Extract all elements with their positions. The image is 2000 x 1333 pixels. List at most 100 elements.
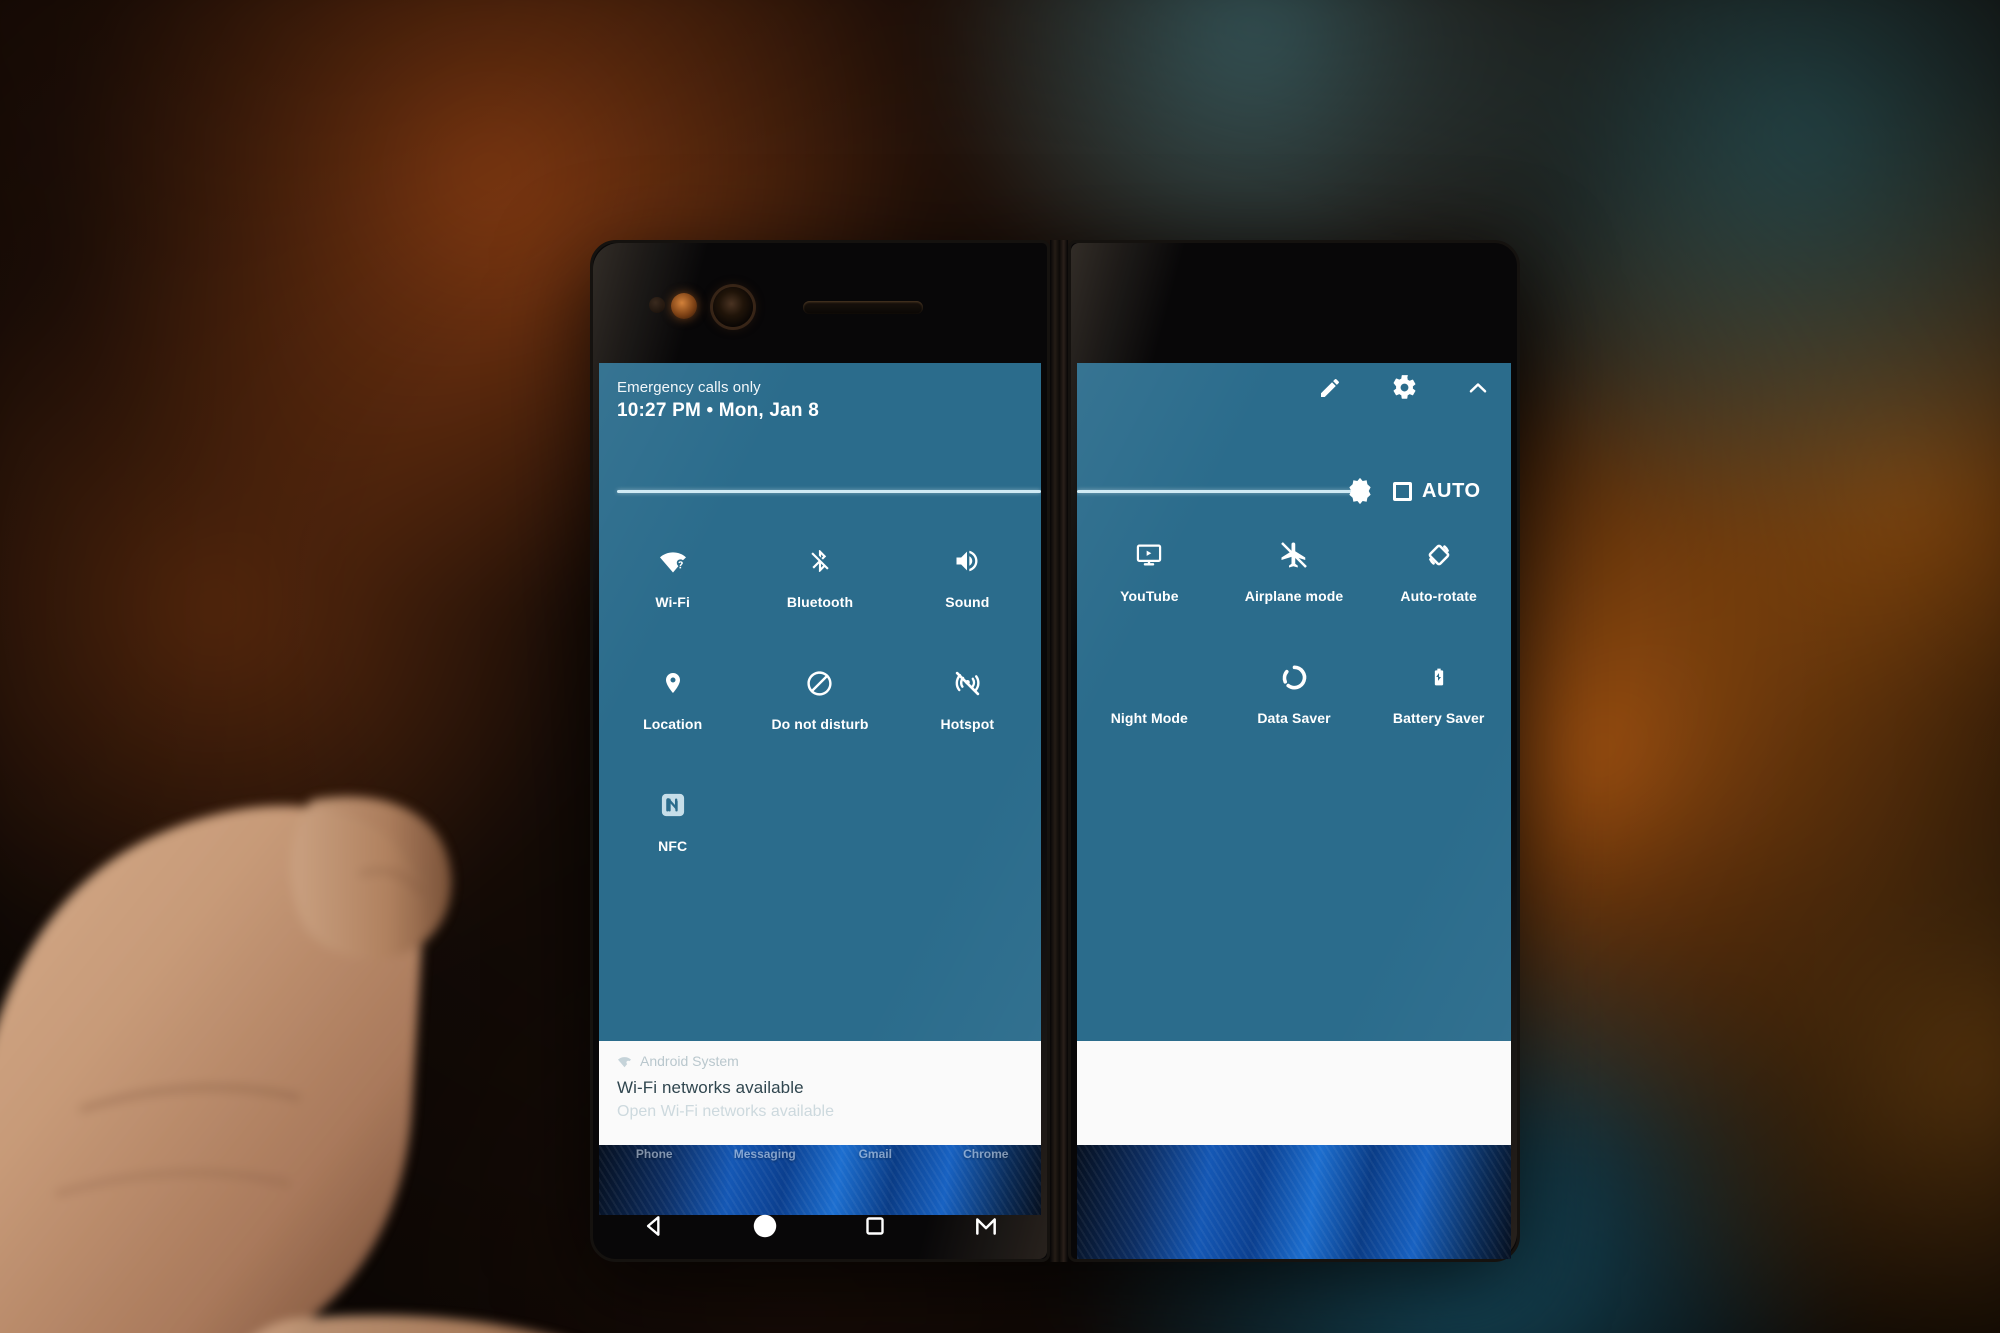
collapse-button[interactable]: [1461, 373, 1495, 407]
tile-empty-slot: [894, 763, 1041, 885]
tile-battery-saver[interactable]: Battery Saver: [1366, 635, 1511, 757]
volume-up-icon: [952, 541, 982, 581]
notification-shade-left: Android System Wi-Fi networks available …: [599, 1041, 1041, 1145]
tile-do-not-disturb[interactable]: Do not disturb: [746, 641, 893, 763]
notification-title[interactable]: Wi-Fi networks available: [617, 1078, 1023, 1098]
dual-screen-mode-button[interactable]: [931, 1205, 1042, 1251]
tile-sound[interactable]: Sound: [894, 519, 1041, 641]
tile-row: Location Do not disturb Hotspot: [599, 641, 1041, 763]
auto-brightness-toggle[interactable]: AUTO: [1393, 480, 1481, 503]
tile-row: Wi-Fi Bluetooth Sound: [599, 519, 1041, 641]
tile-label: Auto-rotate: [1400, 588, 1477, 604]
tile-label: Do not disturb: [771, 716, 869, 732]
dual-screen-phone: Emergency calls only 10:27 PM • Mon, Jan…: [590, 240, 1520, 1262]
home-button[interactable]: [710, 1205, 821, 1251]
notification-app-row: Android System: [617, 1053, 1023, 1069]
tile-label: Night Mode: [1110, 710, 1188, 726]
proximity-sensor: [649, 297, 665, 313]
battery-saver-icon: [1429, 657, 1449, 697]
photo-scene: Emergency calls only 10:27 PM • Mon, Jan…: [0, 0, 2000, 1333]
wifi-question-icon: [658, 541, 688, 581]
tile-label: Bluetooth: [786, 594, 854, 610]
brightness-track-left[interactable]: [617, 489, 1041, 493]
front-camera: [713, 287, 753, 327]
tile-label: Hotspot: [940, 716, 995, 732]
back-button[interactable]: [599, 1205, 710, 1251]
led-indicator: [671, 293, 697, 319]
tile-row: NFC: [599, 763, 1041, 885]
below-screen-area-right: [1077, 1145, 1511, 1259]
dock-label: Chrome: [963, 1147, 1009, 1161]
notification-app-name: Android System: [640, 1053, 739, 1069]
tile-row: Night Mode Data Saver Battery Saver: [1077, 635, 1511, 757]
left-screen: Emergency calls only 10:27 PM • Mon, Jan…: [599, 363, 1041, 1145]
recents-square-icon: [863, 1214, 887, 1243]
brightness-row-left: [599, 471, 1041, 511]
tile-night-mode[interactable]: Night Mode: [1077, 635, 1222, 757]
airplane-off-icon: [1279, 535, 1309, 575]
bluetooth-disabled-icon: [807, 541, 833, 581]
wallpaper-strip-right: [1077, 1145, 1511, 1259]
tile-wifi[interactable]: Wi-Fi: [599, 519, 746, 641]
tile-youtube[interactable]: YouTube: [1077, 513, 1222, 635]
wifi-small-icon: [618, 1056, 631, 1067]
status-header-left: Emergency calls only 10:27 PM • Mon, Jan…: [599, 363, 1041, 422]
brightness-row-right: AUTO: [1077, 471, 1511, 511]
nfc-icon: [659, 785, 687, 825]
tile-label: Airplane mode: [1244, 588, 1344, 604]
tile-grid-right: YouTube Airplane mode Auto-rotate Night …: [1077, 513, 1511, 757]
quick-settings-panel-right: AUTO YouTube Airplane mode Auto-rotate N…: [1077, 363, 1511, 1145]
tile-data-saver[interactable]: Data Saver: [1222, 635, 1367, 757]
tile-label: Wi-Fi: [655, 594, 690, 610]
tile-label: NFC: [658, 838, 688, 854]
tile-hotspot[interactable]: Hotspot: [894, 641, 1041, 763]
tile-bluetooth[interactable]: Bluetooth: [746, 519, 893, 641]
home-circle-icon: [750, 1211, 780, 1246]
tile-location[interactable]: Location: [599, 641, 746, 763]
dock-label: Phone: [635, 1147, 673, 1161]
data-saver-icon: [1280, 657, 1309, 697]
tile-label: YouTube: [1120, 588, 1179, 604]
right-screen: AUTO YouTube Airplane mode Auto-rotate N…: [1077, 363, 1511, 1145]
dock-app-labels: Phone Messaging Gmail Chrome: [599, 1147, 1041, 1161]
tile-grid-left: Wi-Fi Bluetooth Sound Location Do not di…: [599, 519, 1041, 885]
device-hinge: [1050, 240, 1068, 1262]
gear-icon: [1391, 374, 1418, 406]
chevron-up-icon: [1465, 375, 1491, 406]
earpiece-speaker: [803, 301, 923, 314]
auto-brightness-checkbox[interactable]: [1393, 481, 1412, 501]
right-display-half: AUTO YouTube Airplane mode Auto-rotate N…: [1068, 240, 1520, 1262]
dock-label: Messaging: [733, 1147, 796, 1161]
screen-rotation-icon: [1424, 535, 1454, 575]
back-triangle-icon: [641, 1213, 667, 1244]
edit-tiles-button[interactable]: [1313, 373, 1347, 407]
brightness-thumb[interactable]: [1345, 476, 1375, 506]
clock-date-text: 10:27 PM • Mon, Jan 8: [617, 400, 819, 421]
tile-empty-slot: [746, 763, 893, 885]
moon-crescent-icon: [1136, 657, 1163, 697]
notification-subtitle: Open Wi-Fi networks available: [617, 1103, 834, 1120]
left-display-half: Emergency calls only 10:27 PM • Mon, Jan…: [590, 240, 1050, 1262]
tile-label: Battery Saver: [1392, 710, 1485, 726]
notification-shade-right: [1077, 1041, 1511, 1145]
do-not-disturb-off-icon: [805, 663, 834, 703]
top-bezel-hardware: [593, 243, 1047, 363]
brightness-track-right[interactable]: [1077, 489, 1361, 493]
location-pin-icon: [661, 663, 685, 703]
navigation-bar: [599, 1197, 1041, 1259]
letter-m-icon: [973, 1213, 999, 1244]
cast-screen-icon: [1133, 535, 1165, 575]
tile-auto-rotate[interactable]: Auto-rotate: [1366, 513, 1511, 635]
pencil-icon: [1318, 376, 1342, 405]
tile-airplane-mode[interactable]: Airplane mode: [1222, 513, 1367, 635]
brightness-sun-icon: [1349, 477, 1371, 505]
tile-row: YouTube Airplane mode Auto-rotate: [1077, 513, 1511, 635]
tile-nfc[interactable]: NFC: [599, 763, 746, 885]
quick-settings-panel-left: Emergency calls only 10:27 PM • Mon, Jan…: [599, 363, 1041, 1145]
recents-button[interactable]: [820, 1205, 931, 1251]
hand-holding-device: [0, 796, 541, 1333]
settings-button[interactable]: [1387, 373, 1421, 407]
auto-brightness-label: AUTO: [1422, 479, 1481, 502]
below-screen-area-left: Phone Messaging Gmail Chrome: [599, 1145, 1041, 1259]
hotspot-disabled-icon: [953, 663, 982, 703]
